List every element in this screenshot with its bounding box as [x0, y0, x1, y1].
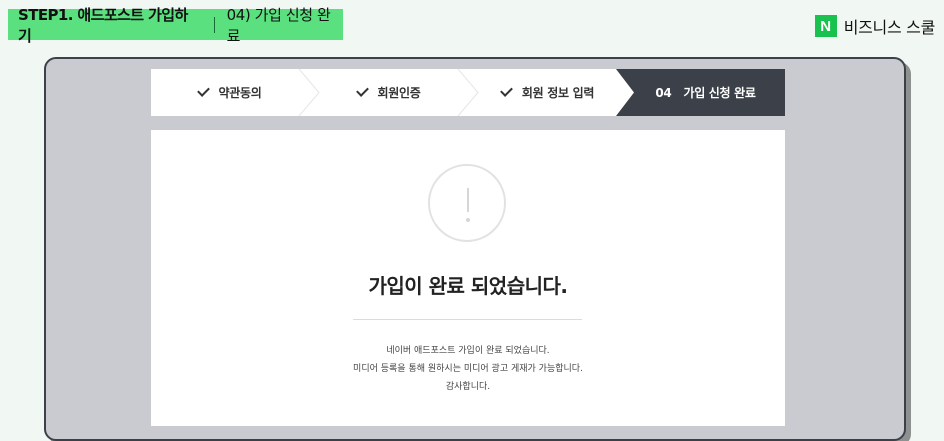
- step-member-info: 회원 정보 입력: [469, 69, 628, 116]
- step-banner: STEP1. 애드포스트 가입하기 04) 가입 신청 완료: [8, 6, 343, 45]
- step-number: 04: [655, 85, 672, 100]
- message-line: 감사합니다.: [445, 382, 491, 392]
- message-line: 네이버 애드포스트 가입이 완료 되었습니다.: [386, 346, 550, 356]
- step-label: 가입 신청 완료: [683, 86, 756, 100]
- brand-name: 비즈니스 스쿨: [843, 18, 936, 37]
- step-terms: 약관동의: [151, 69, 320, 116]
- result-panel: 가입이 완료 되었습니다. 네이버 애드포스트 가입이 완료 되었습니다. 미디…: [151, 130, 785, 426]
- banner-subtitle: 04) 가입 신청 완료: [226, 5, 331, 45]
- step-label: 회원인증: [377, 86, 421, 100]
- step-label: 약관동의: [218, 86, 262, 100]
- divider: [353, 319, 582, 320]
- brand: N 비즈니스 스쿨: [814, 14, 936, 38]
- check-icon: [355, 84, 369, 97]
- step-verification: 회원인증: [310, 69, 479, 116]
- signup-steps: 약관동의 회원인증 회원 정보 입력 04 가입 신청 완료: [151, 69, 785, 116]
- banner-separator: [213, 16, 215, 33]
- completion-title: 가입이 완료 되었습니다.: [368, 274, 568, 298]
- step-chevron-icon: [457, 69, 479, 116]
- check-icon: [500, 84, 513, 97]
- check-icon: [196, 84, 210, 97]
- message-line: 미디어 등록을 통해 원하시는 미디어 광고 게재가 가능합니다.: [353, 364, 583, 374]
- step-label: 회원 정보 입력: [521, 86, 595, 100]
- step-chevron-icon: [298, 69, 320, 116]
- banner-title: STEP1. 애드포스트 가입하기: [18, 5, 188, 45]
- naver-logo-icon: N: [814, 15, 837, 37]
- exclamation-circle-icon: [428, 164, 506, 242]
- step-signup-complete: 04 가입 신청 완료: [616, 69, 785, 116]
